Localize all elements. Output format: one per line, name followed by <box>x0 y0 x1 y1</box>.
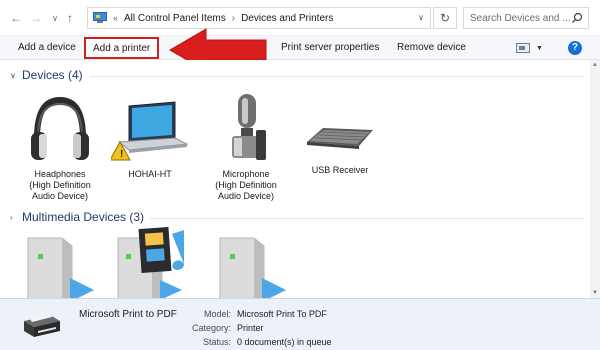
breadcrumb-devices-printers[interactable]: Devices and Printers <box>241 13 333 24</box>
details-pane: Microsoft Print to PDF Model: Microsoft … <box>0 298 600 350</box>
change-view-button[interactable]: ▼ <box>516 42 544 54</box>
laptop-icon: ! <box>109 101 189 161</box>
status-value: 0 document(s) in queue <box>237 337 332 347</box>
category-label: Category: <box>191 323 231 333</box>
group-divider <box>150 218 584 219</box>
control-panel-icon <box>93 12 107 24</box>
breadcrumb-overflow[interactable]: « <box>113 13 118 23</box>
device-label: HOHAI-HT <box>128 169 172 179</box>
device-label: Microphone (High Definition Audio Device… <box>215 169 277 201</box>
scroll-up-icon[interactable]: ▲ <box>592 62 598 68</box>
up-arrow-icon[interactable]: ↑ <box>62 10 78 26</box>
keyboard-icon <box>307 128 373 149</box>
device-media-server[interactable] <box>212 232 296 298</box>
view-options-icon <box>516 43 530 53</box>
breadcrumb-control-panel[interactable]: All Control Panel Items <box>124 13 226 24</box>
device-label: Headphones (High Definition Audio Device… <box>29 169 91 201</box>
refresh-button[interactable]: ↻ <box>433 7 457 29</box>
status-label: Status: <box>202 337 231 347</box>
print-server-properties-button[interactable]: Print server properties <box>281 36 379 60</box>
device-headphones[interactable]: Headphones (High Definition Audio Device… <box>18 92 102 202</box>
address-toolbar: ← → ∨ ↑ « All Control Panel Items › Devi… <box>0 0 600 36</box>
group-header-devices[interactable]: ∨ Devices (4) <box>10 68 83 82</box>
device-media-server[interactable] <box>14 232 98 298</box>
vertical-scrollbar[interactable]: ▲ ▼ <box>590 60 600 298</box>
printer-icon <box>24 314 60 337</box>
collapse-chevron-icon[interactable]: › <box>10 213 22 222</box>
search-input[interactable] <box>470 12 570 24</box>
view-dropdown-caret-icon: ▼ <box>536 44 543 52</box>
refresh-icon: ↻ <box>439 11 451 25</box>
device-microphone[interactable]: Microphone (High Definition Audio Device… <box>204 90 288 202</box>
breadcrumb-chevron-icon[interactable]: › <box>232 13 235 24</box>
media-server-icon <box>117 227 184 298</box>
group-header-multimedia[interactable]: › Multimedia Devices (3) <box>10 210 144 224</box>
back-arrow-icon[interactable]: ← <box>8 10 24 26</box>
help-button[interactable]: ? <box>568 41 582 55</box>
address-dropdown-icon[interactable]: ∨ <box>416 13 426 23</box>
search-icon[interactable] <box>571 12 583 24</box>
add-printer-button[interactable]: Add a printer <box>84 37 160 59</box>
collapse-chevron-icon[interactable]: ∨ <box>10 71 22 80</box>
headphones-icon <box>31 96 89 160</box>
category-value: Printer <box>237 323 264 333</box>
model-label: Model: <box>203 309 231 319</box>
device-label: USB Receiver <box>311 165 369 175</box>
model-value: Microsoft Print To PDF <box>237 309 327 319</box>
address-bar[interactable]: « All Control Panel Items › Devices and … <box>87 7 431 29</box>
group-title-devices: Devices (4) <box>22 68 83 82</box>
forward-arrow-icon[interactable]: → <box>28 10 44 26</box>
add-device-button[interactable]: Add a device <box>18 36 76 60</box>
device-media-server[interactable] <box>112 224 196 298</box>
device-usb-receiver[interactable]: USB Receiver <box>298 122 382 176</box>
recent-locations-chevron-icon[interactable]: ∨ <box>47 10 63 26</box>
remove-device-button[interactable]: Remove device <box>397 36 466 60</box>
media-server-icon <box>219 237 286 298</box>
microphone-icon <box>232 94 266 160</box>
device-hohai-ht[interactable]: ! HOHAI-HT <box>108 100 192 180</box>
command-bar: Add a device Add a printer Print server … <box>0 36 600 60</box>
device-list: ∨ Devices (4) Headphones (High Definitio… <box>0 60 600 298</box>
search-box[interactable] <box>463 7 589 29</box>
group-divider <box>90 76 584 77</box>
media-server-icon <box>27 237 94 298</box>
svg-text:!: ! <box>120 149 123 160</box>
group-title-multimedia: Multimedia Devices (3) <box>22 210 145 224</box>
scroll-down-icon[interactable]: ▼ <box>592 290 598 296</box>
